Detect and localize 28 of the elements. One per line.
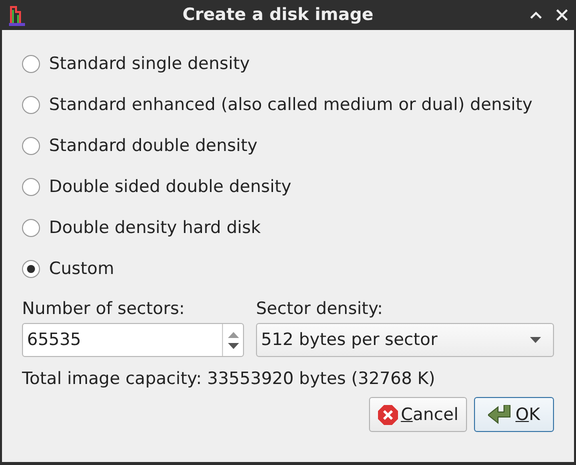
close-icon[interactable]	[556, 9, 568, 21]
radio-button[interactable]	[22, 260, 40, 278]
down-arrow-icon[interactable]	[228, 342, 238, 348]
up-arrow-icon[interactable]	[228, 332, 238, 338]
sectors-label: Number of sectors:	[22, 298, 186, 321]
maximize-icon[interactable]	[530, 11, 542, 19]
option-label: Double sided double density	[49, 176, 292, 196]
dropdown-arrow-icon	[530, 337, 541, 343]
ok-button[interactable]: OK	[474, 397, 554, 432]
window-title: Create a disk image	[182, 5, 374, 25]
cancel-button[interactable]: Cancel	[368, 397, 468, 432]
option-label: Standard enhanced (also called medium or dual) density	[49, 94, 532, 114]
radio-button[interactable]	[22, 218, 40, 236]
sector-density-label: Sector density:	[256, 298, 384, 321]
option-label: Custom	[49, 258, 114, 278]
radio-button[interactable]	[22, 96, 40, 114]
radio-button[interactable]	[22, 54, 40, 72]
app-logo-icon	[8, 4, 26, 26]
option-label: Standard single density	[49, 54, 250, 74]
return-arrow-icon	[488, 404, 512, 424]
sector-density-dropdown[interactable]: 512 bytes per sector	[256, 323, 554, 357]
radio-button[interactable]	[22, 136, 40, 154]
stop-icon	[378, 404, 398, 424]
option-label: Standard double density	[49, 136, 258, 156]
option-label: Double density hard disk	[49, 218, 261, 238]
sectors-spinbox[interactable]: 65535	[22, 323, 244, 357]
radio-button[interactable]	[22, 178, 40, 196]
capacity-text: Total image capacity: 33553920 bytes (32768 K)	[22, 369, 436, 389]
